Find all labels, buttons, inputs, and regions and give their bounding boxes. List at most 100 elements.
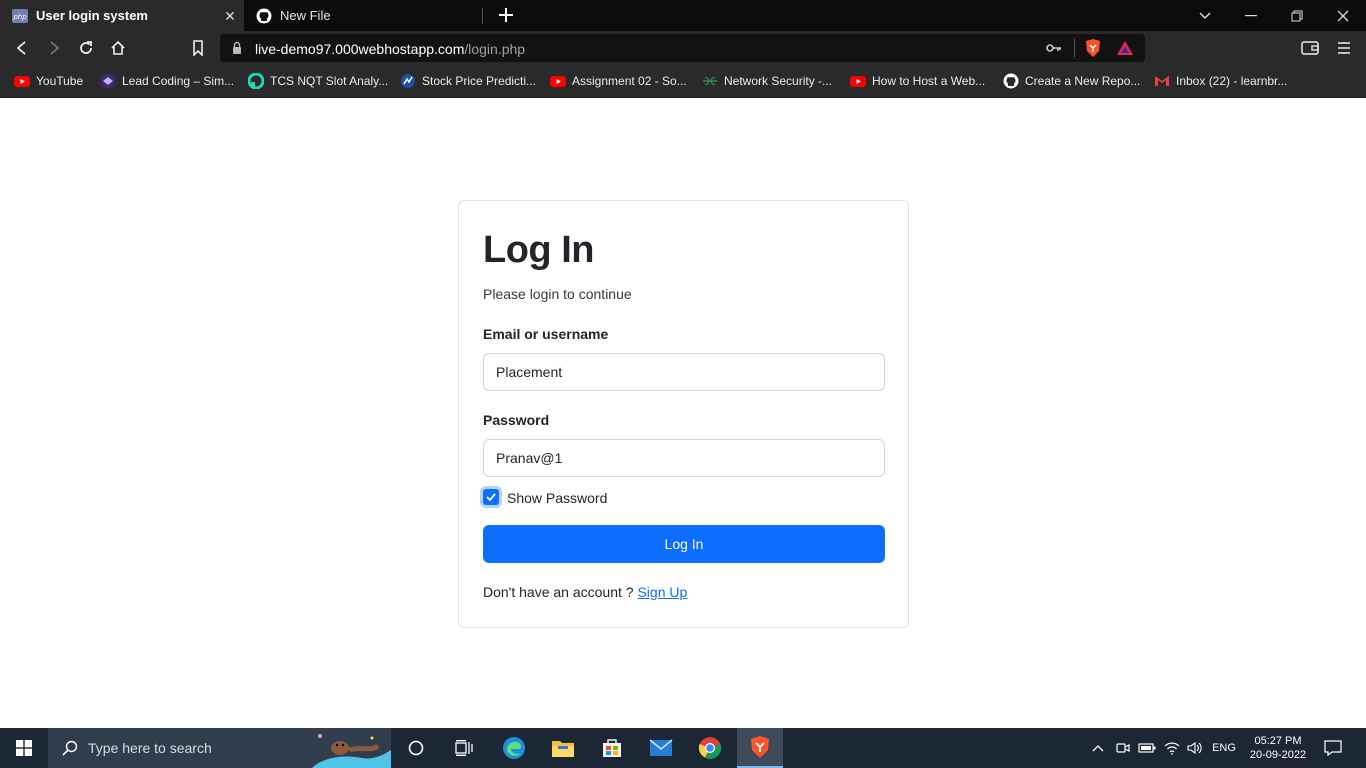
search-placeholder: Type here to search <box>88 740 212 756</box>
key-icon[interactable] <box>1046 42 1062 54</box>
github-icon <box>1003 73 1019 89</box>
tab-user-login-system[interactable]: php User login system ✕ <box>0 0 244 31</box>
gmail-icon <box>1155 76 1169 86</box>
address-bar[interactable]: live-demo97.000webhostapp.com/login.php <box>220 34 1145 62</box>
language-text: ENG <box>1212 742 1236 754</box>
bookmark-host-web[interactable]: How to Host a Web... <box>850 72 985 90</box>
close-tab-icon[interactable]: ✕ <box>222 8 238 24</box>
battery-icon[interactable] <box>1136 728 1158 768</box>
search-highlight-icon <box>312 734 391 768</box>
password-field[interactable] <box>483 439 885 477</box>
stock-icon <box>401 74 415 88</box>
show-password-checkbox[interactable] <box>483 489 499 505</box>
edge-icon[interactable] <box>494 728 534 768</box>
php-icon: php <box>12 8 28 23</box>
cortana-icon[interactable] <box>396 728 436 768</box>
windows-taskbar: Type here to search ENG 05:27 PM 20-09-2… <box>0 728 1366 768</box>
browser-tabstrip: php User login system ✕ New File <box>0 0 1366 31</box>
password-label: Password <box>483 412 550 428</box>
tcs-icon <box>248 73 264 89</box>
urlbar-divider <box>1074 39 1075 57</box>
wallet-icon[interactable] <box>1300 38 1320 58</box>
language-indicator[interactable]: ENG <box>1208 728 1240 768</box>
bookmark-icon[interactable] <box>188 38 208 58</box>
wifi-icon[interactable] <box>1161 728 1183 768</box>
checkmark-icon <box>486 493 496 501</box>
meet-now-icon[interactable] <box>1113 728 1133 768</box>
bookmark-label: Network Security -... <box>724 74 833 88</box>
mail-icon[interactable] <box>641 728 681 768</box>
bookmark-label: Lead Coding – Sim... <box>122 74 235 88</box>
menu-icon[interactable] <box>1334 38 1354 58</box>
github-icon <box>256 8 272 23</box>
signup-prompt-text: Don't have an account ? <box>483 584 634 600</box>
clock-date: 20-09-2022 <box>1249 749 1307 761</box>
tab-separator <box>482 8 483 24</box>
new-tab-icon[interactable] <box>496 5 516 25</box>
bookmark-lead-coding[interactable]: Lead Coding – Sim... <box>100 72 234 90</box>
bookmark-youtube[interactable]: YouTube <box>14 72 83 90</box>
minimize-icon[interactable] <box>1228 0 1274 31</box>
brave-rewards-icon[interactable] <box>1116 40 1134 56</box>
tab-title: User login system <box>36 8 148 23</box>
bookmark-label: How to Host a Web... <box>872 74 986 88</box>
tab-new-file[interactable]: New File <box>244 0 482 31</box>
task-view-icon[interactable] <box>444 728 484 768</box>
volume-icon[interactable] <box>1184 728 1206 768</box>
youtube-icon <box>850 76 866 87</box>
restore-icon[interactable] <box>1274 0 1320 31</box>
bookmark-label: Inbox (22) - learnbr... <box>1176 74 1288 88</box>
bookmark-label: Stock Price Predicti... <box>422 74 537 88</box>
login-subtitle: Please login to continue <box>483 286 632 302</box>
leadcoding-icon <box>100 73 116 89</box>
signup-link[interactable]: Sign Up <box>637 584 687 600</box>
file-explorer-icon[interactable] <box>543 728 583 768</box>
login-button[interactable]: Log In <box>483 525 885 563</box>
start-button[interactable] <box>0 728 48 768</box>
taskbar-search[interactable]: Type here to search <box>48 728 391 768</box>
bookmarks-bar: YouTube Lead Coding – Sim... TCS NQT Slo… <box>0 65 1366 98</box>
clock-time: 05:27 PM <box>1254 735 1302 747</box>
close-window-icon[interactable] <box>1320 0 1366 31</box>
microsoft-store-icon[interactable] <box>592 728 632 768</box>
login-card: Log In Please login to continue Email or… <box>458 200 909 628</box>
browser-toolbar: live-demo97.000webhostapp.com/login.php <box>0 31 1366 65</box>
bookmark-assignment-02[interactable]: Assignment 02 - So... <box>550 72 687 90</box>
gfg-icon <box>703 77 717 85</box>
forward-icon[interactable] <box>44 38 64 58</box>
email-label: Email or username <box>483 326 609 342</box>
bookmark-label: Assignment 02 - So... <box>572 74 687 88</box>
brave-shields-icon[interactable] <box>1084 38 1102 58</box>
tray-chevron-up-icon[interactable] <box>1088 728 1108 768</box>
bookmark-network-security[interactable]: Network Security -... <box>702 72 832 90</box>
tab-search-chevron-icon[interactable] <box>1182 0 1228 31</box>
brave-taskbar-icon[interactable] <box>737 728 783 768</box>
windows-icon <box>16 740 32 756</box>
svg-text:php: php <box>12 13 27 21</box>
email-field[interactable] <box>483 353 885 391</box>
url-host: live-demo97.000webhostapp.com <box>255 41 465 57</box>
bookmark-tcs-nqt[interactable]: TCS NQT Slot Analy... <box>248 72 388 90</box>
bookmark-new-repo[interactable]: Create a New Repo... <box>1003 72 1140 90</box>
page-title: Log In <box>483 229 594 271</box>
tab-title: New File <box>280 8 331 23</box>
reload-icon[interactable] <box>76 38 96 58</box>
home-icon[interactable] <box>108 38 128 58</box>
search-icon <box>62 740 78 756</box>
bookmark-label: TCS NQT Slot Analy... <box>270 74 389 88</box>
url-text: live-demo97.000webhostapp.com/login.php <box>255 41 525 57</box>
bookmark-inbox[interactable]: Inbox (22) - learnbr... <box>1154 72 1287 90</box>
clock[interactable]: 05:27 PM 20-09-2022 <box>1243 728 1313 768</box>
show-password-label[interactable]: Show Password <box>507 490 607 506</box>
youtube-icon <box>550 76 566 87</box>
chrome-icon[interactable] <box>690 728 730 768</box>
bookmark-stock-price[interactable]: Stock Price Predicti... <box>400 72 536 90</box>
bookmark-label: YouTube <box>36 74 84 88</box>
url-path: /login.php <box>464 41 526 57</box>
lock-icon[interactable] <box>232 41 242 55</box>
bookmark-label: Create a New Repo... <box>1025 74 1141 88</box>
signup-prompt: Don't have an account ? Sign Up <box>483 584 687 600</box>
back-icon[interactable] <box>12 38 32 58</box>
notifications-icon[interactable] <box>1318 728 1348 768</box>
youtube-icon <box>14 76 30 87</box>
